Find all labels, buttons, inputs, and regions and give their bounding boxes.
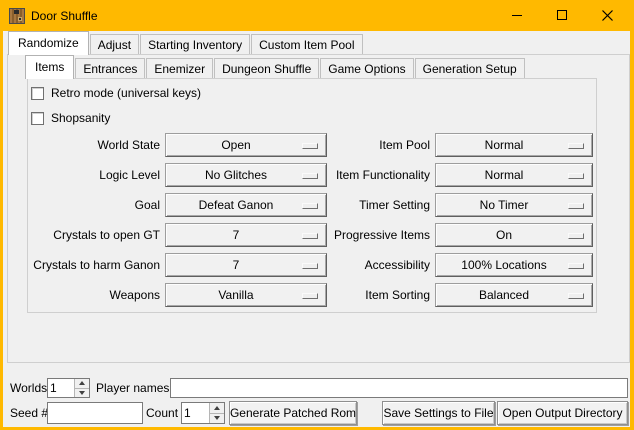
- spin-down-icon: [214, 416, 220, 420]
- menu-indicator-icon: [302, 263, 318, 269]
- menu-indicator-icon: [568, 203, 584, 209]
- tab-items[interactable]: Items: [25, 55, 74, 79]
- menu-indicator-icon: [302, 293, 318, 299]
- primary-tab-row: Randomize Adjust Starting Inventory Cust…: [8, 34, 364, 55]
- crystals-gt-dropdown[interactable]: 7: [165, 223, 327, 247]
- retro-mode-checkbox[interactable]: [31, 87, 44, 100]
- menu-indicator-icon: [568, 263, 584, 269]
- crystals-gt-label: Crystals to open GT: [25, 223, 160, 247]
- retro-mode-label: Retro mode (universal keys): [51, 86, 201, 101]
- menu-indicator-icon: [302, 173, 318, 179]
- timer-setting-dropdown[interactable]: No Timer: [435, 193, 593, 217]
- count-spinner[interactable]: [181, 402, 225, 424]
- menu-indicator-icon: [568, 233, 584, 239]
- item-pool-dropdown[interactable]: Normal: [435, 133, 593, 157]
- close-icon: [602, 10, 613, 21]
- window-frame-right: [630, 31, 634, 430]
- seed-input[interactable]: [47, 402, 143, 424]
- progressive-items-label: Progressive Items: [330, 223, 430, 247]
- item-sorting-dropdown[interactable]: Balanced: [435, 283, 593, 307]
- spin-down-icon: [79, 391, 85, 395]
- save-settings-button[interactable]: Save Settings to File: [382, 401, 495, 425]
- count-label: Count: [146, 402, 178, 425]
- player-names-input[interactable]: [170, 378, 628, 398]
- tab-enemizer[interactable]: Enemizer: [146, 58, 213, 79]
- goal-dropdown[interactable]: Defeat Ganon: [165, 193, 327, 217]
- window-title: Door Shuffle: [31, 9, 98, 23]
- accessibility-label: Accessibility: [330, 253, 430, 277]
- worlds-label: Worlds: [10, 378, 47, 398]
- menu-indicator-icon: [568, 143, 584, 149]
- tab-game-options[interactable]: Game Options: [320, 58, 413, 79]
- item-functionality-label: Item Functionality: [330, 163, 430, 187]
- maximize-icon: [557, 10, 568, 21]
- player-names-label: Player names: [96, 378, 169, 398]
- door-icon: [9, 8, 25, 24]
- timer-setting-label: Timer Setting: [330, 193, 430, 217]
- tab-randomize[interactable]: Randomize: [8, 31, 89, 55]
- maximize-button[interactable]: [540, 0, 585, 31]
- tab-dungeon-shuffle[interactable]: Dungeon Shuffle: [214, 58, 319, 79]
- window-controls: [495, 0, 630, 31]
- progressive-items-dropdown[interactable]: On: [435, 223, 593, 247]
- count-spin-up-button[interactable]: [210, 403, 224, 414]
- worlds-spin-up-button[interactable]: [75, 379, 89, 389]
- count-value[interactable]: [182, 403, 209, 423]
- crystals-ganon-dropdown[interactable]: 7: [165, 253, 327, 277]
- weapons-dropdown[interactable]: Vanilla: [165, 283, 327, 307]
- worlds-spinner[interactable]: [47, 378, 90, 398]
- accessibility-dropdown[interactable]: 100% Locations: [435, 253, 593, 277]
- crystals-ganon-label: Crystals to harm Ganon: [25, 253, 160, 277]
- world-state-label: World State: [25, 133, 160, 157]
- generate-patched-rom-button[interactable]: Generate Patched Rom: [229, 401, 357, 425]
- menu-indicator-icon: [302, 203, 318, 209]
- goal-label: Goal: [25, 193, 160, 217]
- world-state-dropdown[interactable]: Open: [165, 133, 327, 157]
- weapons-label: Weapons: [25, 283, 160, 307]
- menu-indicator-icon: [302, 233, 318, 239]
- tab-adjust[interactable]: Adjust: [90, 34, 139, 55]
- menu-indicator-icon: [302, 143, 318, 149]
- tab-custom-item-pool[interactable]: Custom Item Pool: [251, 34, 362, 55]
- menu-indicator-icon: [568, 293, 584, 299]
- worlds-value[interactable]: [48, 379, 74, 397]
- spin-up-icon: [79, 381, 85, 385]
- open-output-directory-button[interactable]: Open Output Directory: [497, 401, 628, 425]
- tab-generation-setup[interactable]: Generation Setup: [415, 58, 525, 79]
- item-functionality-dropdown[interactable]: Normal: [435, 163, 593, 187]
- close-button[interactable]: [585, 0, 630, 31]
- logic-level-label: Logic Level: [25, 163, 160, 187]
- retro-mode-row: Retro mode (universal keys): [31, 85, 201, 101]
- shopsanity-checkbox[interactable]: [31, 112, 44, 125]
- logic-level-dropdown[interactable]: No Glitches: [165, 163, 327, 187]
- item-pool-label: Item Pool: [330, 133, 430, 157]
- window-frame-left: [0, 31, 3, 430]
- worlds-spin-down-button[interactable]: [75, 389, 89, 398]
- minimize-button[interactable]: [495, 0, 540, 31]
- count-spin-down-button[interactable]: [210, 414, 224, 424]
- minimize-icon: [512, 10, 523, 21]
- menu-indicator-icon: [568, 173, 584, 179]
- secondary-tab-row: Items Entrances Enemizer Dungeon Shuffle…: [25, 58, 526, 79]
- shopsanity-label: Shopsanity: [51, 111, 110, 126]
- seed-label: Seed #: [10, 402, 48, 425]
- spin-up-icon: [214, 406, 220, 410]
- door-shuffle-window: Door Shuffle Randomize Adjust Starting I…: [0, 0, 634, 430]
- title-bar[interactable]: Door Shuffle: [0, 0, 634, 31]
- tab-starting-inventory[interactable]: Starting Inventory: [140, 34, 250, 55]
- tab-entrances[interactable]: Entrances: [75, 58, 145, 79]
- item-sorting-label: Item Sorting: [330, 283, 430, 307]
- shopsanity-row: Shopsanity: [31, 110, 110, 126]
